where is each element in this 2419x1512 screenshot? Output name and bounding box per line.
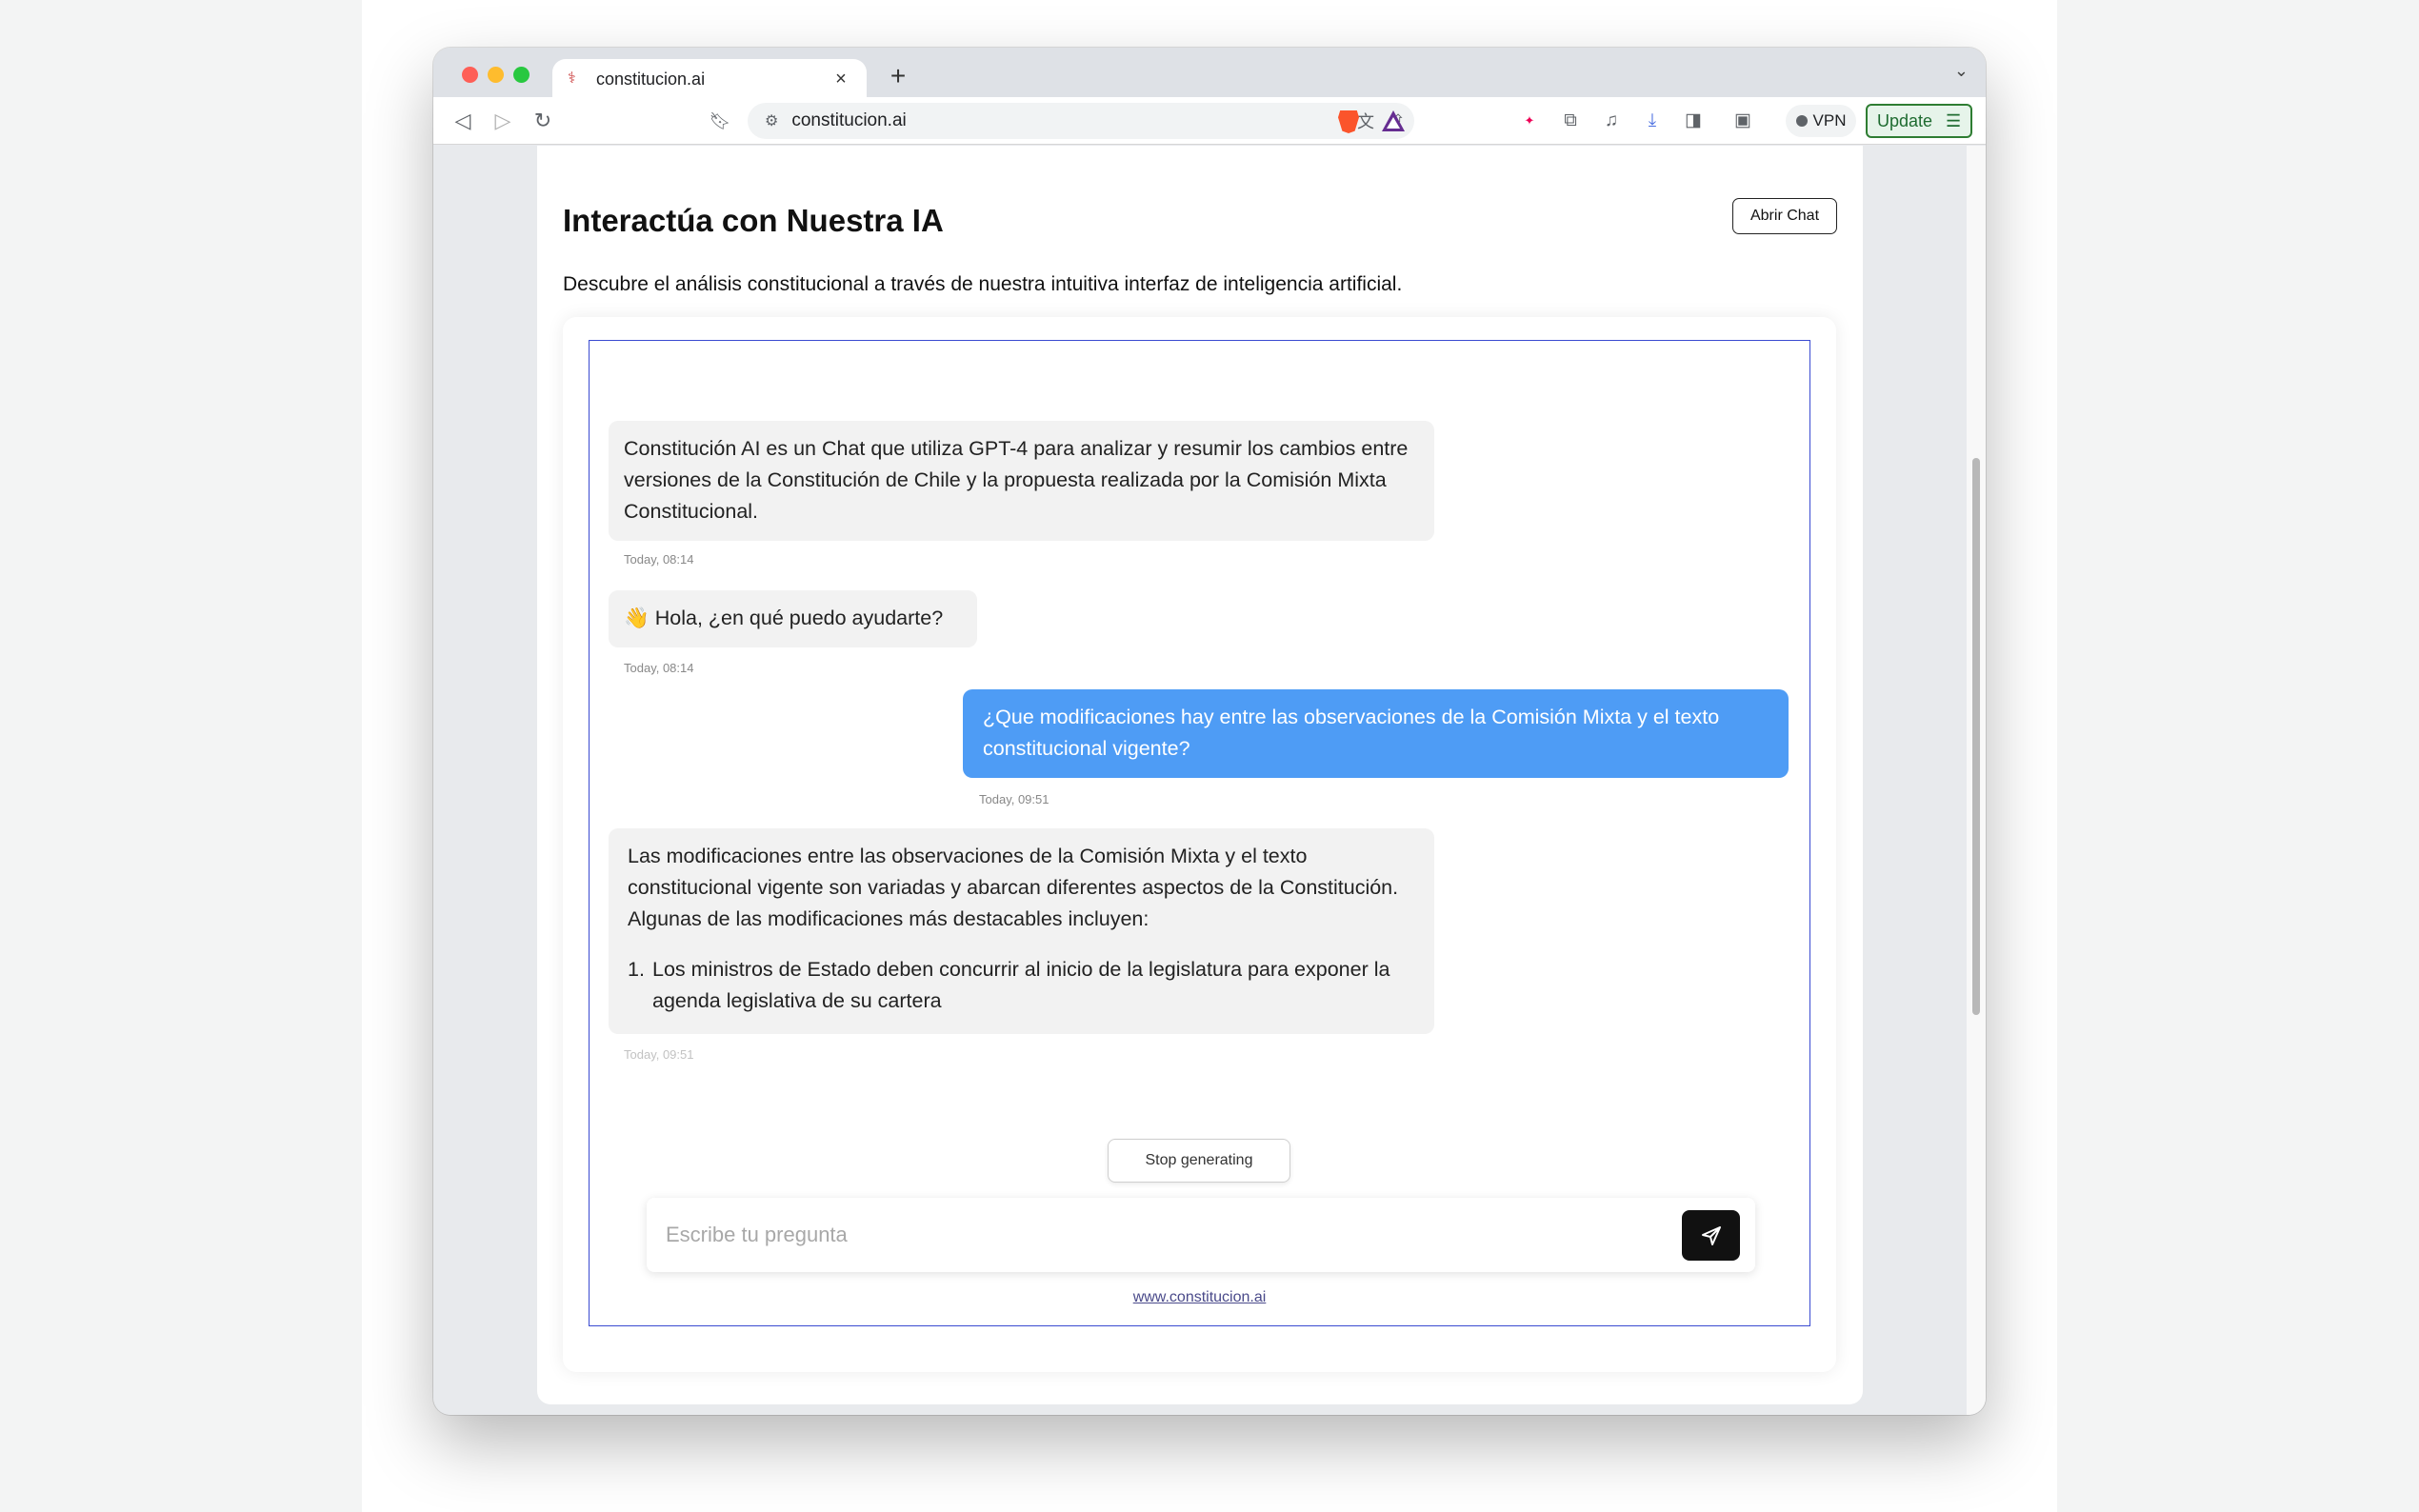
wallet-icon[interactable]: ▣: [1727, 105, 1759, 137]
message-text: ¿Que modificaciones hay entre las observ…: [983, 706, 1720, 760]
browser-tab[interactable]: ⚕ constitucion.ai ×: [552, 59, 867, 99]
site-settings-icon[interactable]: ⚙: [765, 111, 778, 130]
send-icon: [1701, 1225, 1721, 1245]
footer-link[interactable]: www.constitucion.ai: [590, 1289, 1809, 1306]
puzzle-icon[interactable]: ⧉: [1554, 105, 1587, 137]
user-message: ¿Que modificaciones hay entre las observ…: [963, 689, 1789, 778]
tab-title: constitucion.ai: [596, 69, 706, 89]
message-timestamp: Today, 09:51: [624, 1047, 694, 1062]
tab-close-icon[interactable]: ×: [830, 69, 851, 90]
fade-overlay: [590, 1093, 1809, 1120]
list-item: 1. Los ministros de Estado deben concurr…: [628, 954, 1415, 1017]
open-chat-button[interactable]: Abrir Chat: [1732, 198, 1837, 234]
message-timestamp: Today, 08:14: [624, 661, 694, 675]
message-text: 👋 Hola, ¿en qué puedo ayudarte?: [624, 607, 944, 629]
brave-rewards-icon[interactable]: [1382, 110, 1405, 131]
message-timestamp: Today, 09:51: [979, 792, 1050, 806]
vpn-label: VPN: [1812, 111, 1847, 129]
sidebar-icon[interactable]: ◨: [1677, 105, 1709, 137]
chevron-down-icon[interactable]: ⌄: [1954, 61, 1969, 81]
forward-icon[interactable]: ▷: [487, 105, 519, 137]
browser-toolbar: ◁ ▷ ↻ 🔖︎ ⚙ constitucion.ai 文 ⇪ ✦ ⧉ ♫ ⤓ ◨…: [433, 97, 1986, 145]
chat-widget: Constitución AI es un Chat que utiliza G…: [563, 317, 1836, 1372]
bot-message: Constitución AI es un Chat que utiliza G…: [609, 421, 1434, 541]
message-list: 1. Los ministros de Estado deben concurr…: [628, 954, 1415, 1017]
url-text[interactable]: constitucion.ai: [791, 110, 1349, 131]
browser-window: ⚕ constitucion.ai × + ⌄ ◁ ▷ ↻ 🔖︎ ⚙ const…: [433, 48, 1986, 1415]
list-item-text: Los ministros de Estado deben concurrir …: [652, 958, 1390, 1012]
download-icon[interactable]: ⤓: [1636, 105, 1669, 137]
message-text: Las modificaciones entre las observacion…: [628, 845, 1399, 930]
extension-icon[interactable]: ✦: [1513, 105, 1546, 137]
bot-message: 👋 Hola, ¿en qué puedo ayudarte?: [609, 590, 977, 647]
vpn-button[interactable]: VPN: [1786, 105, 1856, 137]
close-window-button[interactable]: [462, 67, 478, 83]
page-viewport: Interactúa con Nuestra IA Abrir Chat Des…: [433, 146, 1986, 1415]
back-icon[interactable]: ◁: [447, 105, 479, 137]
minimize-window-button[interactable]: [488, 67, 504, 83]
vpn-status-icon: [1795, 115, 1808, 127]
message-timestamp: Today, 08:14: [624, 552, 694, 567]
list-item-number: 1.: [628, 958, 645, 981]
music-icon[interactable]: ♫: [1595, 105, 1628, 137]
new-tab-button[interactable]: +: [881, 59, 915, 93]
chat-frame: Constitución AI es un Chat que utiliza G…: [589, 340, 1810, 1326]
site-favicon-icon: ⚕: [568, 70, 576, 87]
update-label: Update: [1877, 110, 1933, 130]
page-description: Descubre el análisis constitucional a tr…: [563, 273, 1403, 295]
menu-icon: ☰: [1946, 110, 1962, 130]
bot-message: Las modificaciones entre las observacion…: [609, 828, 1434, 1034]
maximize-window-button[interactable]: [513, 67, 530, 83]
main-card: Interactúa con Nuestra IA Abrir Chat Des…: [537, 146, 1863, 1404]
stop-generating-button[interactable]: Stop generating: [1108, 1139, 1290, 1183]
scrollbar[interactable]: [1967, 146, 1986, 1415]
scrollbar-thumb[interactable]: [1972, 458, 1980, 1015]
message-text: Constitución AI es un Chat que utiliza G…: [624, 437, 1409, 523]
address-bar[interactable]: ⚙ constitucion.ai 文 ⇪: [748, 103, 1414, 139]
tab-bar: ⚕ constitucion.ai × + ⌄: [433, 48, 1986, 99]
update-button[interactable]: Update ☰: [1866, 104, 1972, 138]
question-input[interactable]: [666, 1215, 1618, 1255]
bookmark-icon[interactable]: 🔖︎: [704, 105, 736, 137]
page-title: Interactúa con Nuestra IA: [563, 203, 944, 238]
send-button[interactable]: [1682, 1210, 1740, 1261]
reload-icon[interactable]: ↻: [527, 105, 559, 137]
chat-input-bar: [647, 1198, 1755, 1272]
